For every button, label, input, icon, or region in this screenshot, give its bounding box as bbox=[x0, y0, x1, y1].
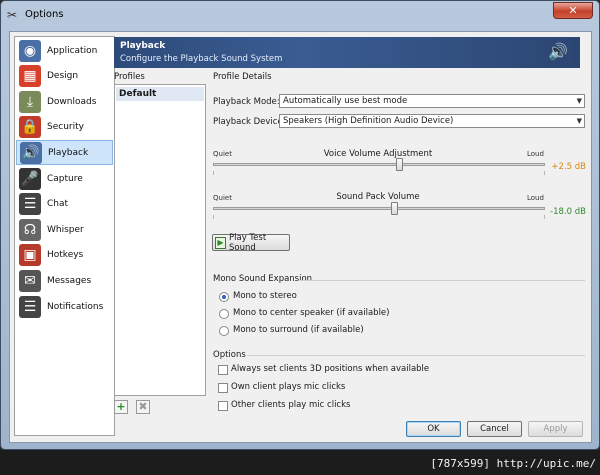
playback-mode-label: Playback Mode: bbox=[213, 97, 280, 107]
sidebar-item-messages[interactable]: ✉ Messages bbox=[16, 268, 113, 293]
delete-profile-button[interactable]: ✖ bbox=[136, 400, 150, 414]
sidebar-item-chat[interactable]: ☰ Chat bbox=[16, 192, 113, 217]
voice-slider-thumb[interactable] bbox=[395, 158, 403, 171]
mono-group-label: Mono Sound Expansion bbox=[213, 274, 313, 284]
notifications-icon: ☰ bbox=[19, 295, 41, 318]
profiles-label: Profiles bbox=[114, 72, 145, 82]
sidebar-item-label: Notifications bbox=[47, 301, 104, 312]
sidebar-item-label: Security bbox=[47, 122, 84, 133]
sidebar-item-label: Design bbox=[47, 71, 79, 82]
speaker-icon: 🔊 bbox=[548, 42, 568, 61]
playback-device-label: Playback Device: bbox=[213, 117, 286, 127]
mono-option-radio[interactable] bbox=[219, 326, 229, 336]
options-group-label: Options bbox=[213, 350, 246, 360]
soundpack-slider-ticks bbox=[213, 215, 545, 219]
page-title: Playback bbox=[120, 41, 166, 51]
playback-mode-value: Automatically use best mode bbox=[283, 96, 408, 106]
microphone-icon: 🎤 bbox=[19, 167, 41, 190]
profile-details-label: Profile Details bbox=[213, 72, 272, 82]
window-title: Options bbox=[25, 9, 64, 20]
mono-option-radio[interactable] bbox=[219, 309, 229, 319]
sidebar-item-label: Application bbox=[47, 45, 98, 56]
voice-slider-title: Voice Volume Adjustment bbox=[323, 149, 433, 159]
playback-device-value: Speakers (High Definition Audio Device) bbox=[283, 116, 454, 126]
sidebar-item-hotkeys[interactable]: ▣ Hotkeys bbox=[16, 243, 113, 268]
sidebar-item-label: Whisper bbox=[47, 224, 84, 235]
sidebar-item-label: Messages bbox=[47, 275, 92, 286]
cancel-button[interactable]: Cancel bbox=[467, 421, 522, 437]
soundpack-min-label: Quiet bbox=[213, 194, 232, 202]
voice-min-label: Quiet bbox=[213, 150, 232, 158]
soundpack-slider-title: Sound Pack Volume bbox=[336, 192, 420, 202]
profile-item-default[interactable]: Default bbox=[116, 87, 204, 101]
sidebar-item-whisper[interactable]: ☊ Whisper bbox=[16, 217, 113, 242]
profiles-list: Default bbox=[114, 84, 206, 396]
design-grid-icon: ▦ bbox=[19, 65, 41, 88]
mono-option-label[interactable]: Mono to surround (if available) bbox=[233, 325, 364, 335]
playback-device-select[interactable]: Speakers (High Definition Audio Device) … bbox=[279, 114, 585, 128]
option-checkbox[interactable] bbox=[218, 383, 228, 393]
add-profile-button[interactable]: + bbox=[114, 400, 128, 414]
mono-option-radio[interactable] bbox=[219, 292, 229, 302]
wrench-icon: ✂ bbox=[7, 8, 18, 22]
options-group-divider bbox=[247, 355, 585, 356]
lock-icon: 🔒 bbox=[19, 116, 41, 139]
mono-group-divider bbox=[300, 280, 585, 281]
category-sidebar: ◉ Application ▦ Design ⤓ Downloads 🔒 Security 🔊 P… bbox=[14, 36, 115, 436]
sidebar-item-capture[interactable]: 🎤 Capture bbox=[16, 166, 113, 191]
page-header: Playback Configure the Playback Sound Sy… bbox=[114, 37, 580, 68]
headset-icon: ☊ bbox=[19, 218, 41, 241]
downloads-icon: ⤓ bbox=[19, 90, 41, 113]
option-checkbox[interactable] bbox=[218, 365, 228, 375]
sidebar-item-playback[interactable]: 🔊 Playback bbox=[16, 140, 113, 166]
sidebar-item-label: Downloads bbox=[47, 96, 97, 107]
watermark: [787x599] http://upic.me/ bbox=[430, 457, 596, 470]
sidebar-item-label: Hotkeys bbox=[47, 250, 84, 261]
sidebar-item-notifications[interactable]: ☰ Notifications bbox=[16, 294, 113, 319]
option-checkbox-label[interactable]: Own client plays mic clicks bbox=[231, 382, 345, 392]
play-test-sound-label: Play Test Sound bbox=[229, 232, 267, 253]
hotkeys-icon: ▣ bbox=[19, 244, 41, 267]
speaker-icon: 🔊 bbox=[20, 141, 42, 164]
sidebar-item-label: Playback bbox=[48, 147, 89, 158]
soundpack-slider-track[interactable] bbox=[213, 207, 545, 210]
playback-mode-select[interactable]: Automatically use best mode ▼ bbox=[279, 94, 585, 108]
voice-max-label: Loud bbox=[527, 150, 544, 158]
page-subtitle: Configure the Playback Sound System bbox=[120, 54, 283, 64]
speaker-app-icon: ◉ bbox=[19, 39, 41, 62]
play-test-sound-button[interactable]: ▶ Play Test Sound bbox=[212, 232, 290, 253]
chat-icon: ☰ bbox=[19, 193, 41, 216]
option-checkbox[interactable] bbox=[218, 401, 228, 411]
option-checkbox-label[interactable]: Always set clients 3D positions when ava… bbox=[231, 364, 429, 374]
sidebar-item-label: Capture bbox=[47, 173, 83, 184]
apply-button[interactable]: Apply bbox=[528, 421, 583, 437]
ok-button[interactable]: OK bbox=[406, 421, 461, 437]
mono-option-label[interactable]: Mono to stereo bbox=[233, 291, 297, 301]
soundpack-db-value: -18.0 dB bbox=[550, 207, 586, 217]
close-button[interactable]: ✕ bbox=[553, 2, 593, 19]
sidebar-item-downloads[interactable]: ⤓ Downloads bbox=[16, 89, 113, 114]
sidebar-item-security[interactable]: 🔒 Security bbox=[16, 115, 113, 140]
option-checkbox-label[interactable]: Other clients play mic clicks bbox=[231, 400, 350, 410]
play-icon: ▶ bbox=[215, 236, 226, 249]
sidebar-item-label: Chat bbox=[47, 199, 69, 210]
soundpack-slider-thumb[interactable] bbox=[390, 202, 398, 215]
voice-slider-track[interactable] bbox=[213, 163, 545, 166]
voice-slider-ticks bbox=[213, 171, 545, 175]
sidebar-item-design[interactable]: ▦ Design bbox=[16, 64, 113, 89]
chevron-down-icon: ▼ bbox=[576, 97, 582, 105]
sidebar-item-application[interactable]: ◉ Application bbox=[16, 38, 113, 63]
soundpack-max-label: Loud bbox=[527, 194, 544, 202]
title-bar[interactable]: ✂ Options ✕ bbox=[1, 1, 599, 29]
mono-option-label[interactable]: Mono to center speaker (if available) bbox=[233, 308, 389, 318]
messages-icon: ✉ bbox=[19, 269, 41, 292]
voice-db-value: +2.5 dB bbox=[551, 162, 586, 172]
chevron-down-icon: ▼ bbox=[576, 117, 582, 125]
